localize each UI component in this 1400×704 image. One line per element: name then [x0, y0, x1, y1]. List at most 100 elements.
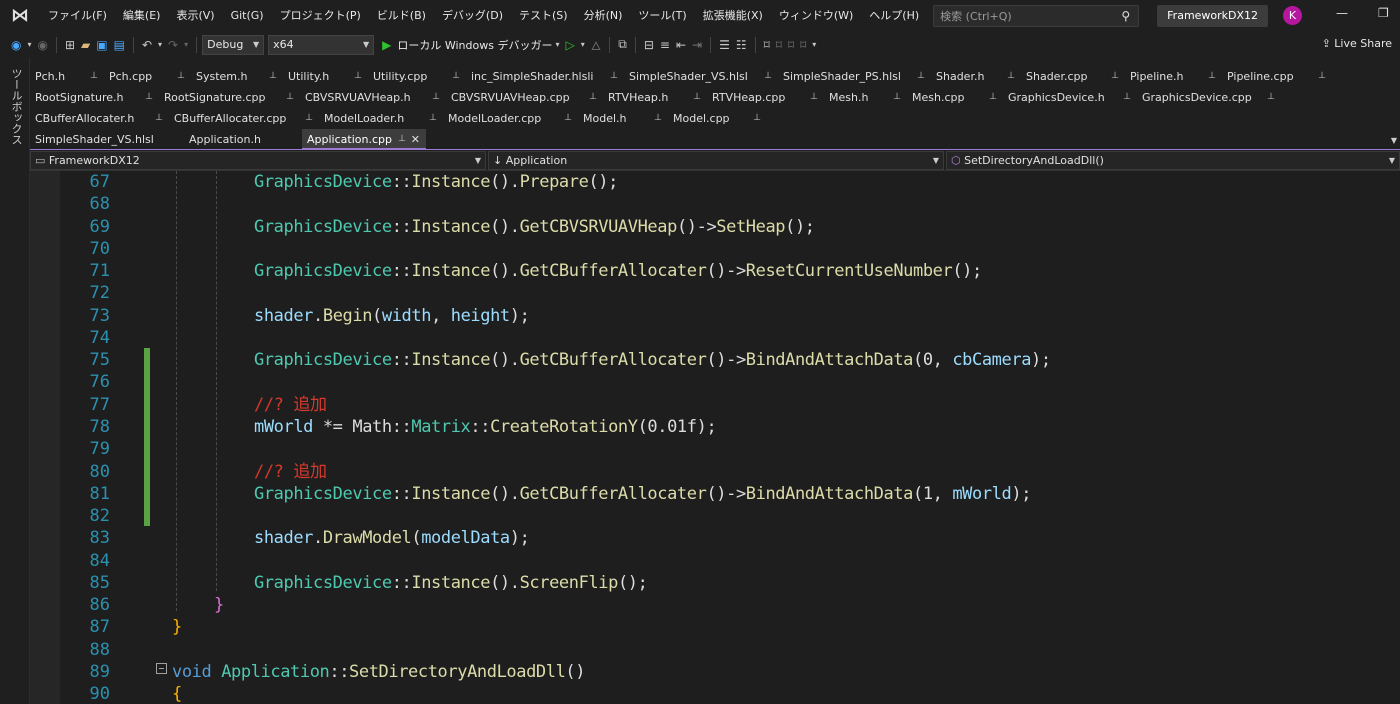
code-line[interactable]: 75 GraphicsDevice::Instance().GetCBufferA… [30, 349, 1400, 371]
clear-bookmarks-icon[interactable]: ⌑ [800, 38, 806, 52]
menu-item[interactable]: ツール(T) [630, 0, 694, 31]
code-line[interactable]: 82 [30, 505, 1400, 527]
pin-icon[interactable]: ⊥ [917, 66, 925, 87]
document-tab[interactable]: Model.h ⊥ [578, 108, 668, 129]
document-tab[interactable]: Application.h [184, 129, 298, 150]
solution-name-badge[interactable]: FrameworkDX12 [1157, 4, 1269, 27]
pin-icon[interactable]: ⊥ [452, 66, 460, 87]
pin-icon[interactable]: ⊥ [589, 87, 597, 108]
new-item-icon[interactable]: ⊞ [65, 38, 75, 52]
code-line[interactable]: 77 //? 追加 [30, 394, 1400, 416]
menu-item[interactable]: 拡張機能(X) [695, 0, 771, 31]
document-tab[interactable]: inc_SimpleShader.hlsli ⊥ [466, 66, 624, 87]
code-line[interactable]: 71 GraphicsDevice::Instance().GetCBufferA… [30, 260, 1400, 282]
pin-icon[interactable]: ⊥ [155, 108, 163, 129]
pin-icon[interactable]: ⊥ [810, 87, 818, 108]
document-tab[interactable]: GraphicsDevice.h ⊥ [1003, 87, 1137, 108]
document-tab[interactable]: ModelLoader.cpp ⊥ [443, 108, 578, 129]
document-tab[interactable]: Pch.cpp ⊥ [104, 66, 191, 87]
menu-item[interactable]: 分析(N) [576, 0, 631, 31]
pin-icon[interactable]: ⊥ [764, 66, 772, 87]
document-tab[interactable]: Utility.h ⊥ [283, 66, 368, 87]
open-folder-icon[interactable]: ▰ [81, 38, 90, 52]
tab-active-application-cpp[interactable]: Application.cpp ⊥ ✕ [302, 129, 426, 150]
format-icon[interactable]: ≡ [660, 38, 670, 52]
document-tab[interactable]: RTVHeap.h ⊥ [603, 87, 707, 108]
comment-out-icon[interactable]: ☰ [719, 38, 730, 52]
menu-item[interactable]: ファイル(F) [40, 0, 115, 31]
code-line[interactable]: 83 shader.DrawModel(modelData); [30, 527, 1400, 549]
pin-icon[interactable]: ⊥ [753, 108, 761, 129]
save-all-icon[interactable]: ▤ [114, 38, 125, 52]
document-tab[interactable]: SimpleShader_PS.hlsl ⊥ [778, 66, 931, 87]
code-line[interactable]: 68 [30, 193, 1400, 215]
pin-icon[interactable]: ⊥ [398, 129, 406, 150]
document-tab[interactable]: Pipeline.h ⊥ [1125, 66, 1222, 87]
document-tab[interactable]: Pipeline.cpp ⊥ [1222, 66, 1332, 87]
dropdown-arrow-icon[interactable]: ▾ [158, 40, 162, 49]
pin-icon[interactable]: ⊥ [269, 66, 277, 87]
code-line[interactable]: 87} [30, 616, 1400, 638]
dropdown-arrow-icon[interactable]: ▾ [27, 40, 31, 49]
forward-icon[interactable]: ◉ [38, 38, 48, 52]
code-line[interactable]: 80 //? 追加 [30, 461, 1400, 483]
menu-item[interactable]: ヘルプ(H) [861, 0, 927, 31]
pin-icon[interactable]: ⊥ [429, 108, 437, 129]
pin-icon[interactable]: ⊥ [145, 87, 153, 108]
document-tab[interactable]: Mesh.cpp ⊥ [907, 87, 1003, 108]
menu-item[interactable]: テスト(S) [511, 0, 576, 31]
code-line[interactable]: 78 mWorld *= Math::Matrix::CreateRotation… [30, 416, 1400, 438]
next-bookmark-icon[interactable]: ⌑ [788, 38, 794, 52]
code-editor[interactable]: 67 GraphicsDevice::Instance().Prepare(); 6… [30, 171, 1400, 704]
pin-icon[interactable]: ⊥ [654, 108, 662, 129]
pin-icon[interactable]: ⊥ [177, 66, 185, 87]
prev-bookmark-icon[interactable]: ⌑ [776, 38, 782, 52]
code-line[interactable]: 76 [30, 371, 1400, 393]
code-line[interactable]: 90 { [30, 683, 1400, 704]
menu-item[interactable]: デバッグ(D) [434, 0, 511, 31]
document-tab[interactable]: Utility.cpp ⊥ [368, 66, 466, 87]
menu-item[interactable]: 表示(V) [168, 0, 222, 31]
start-debugging-icon[interactable]: ▶ [382, 38, 391, 52]
code-line[interactable]: 84 [30, 550, 1400, 572]
user-avatar[interactable]: K [1283, 6, 1302, 25]
code-line[interactable]: 72 [30, 282, 1400, 304]
restore-icon[interactable]: ❐ [1378, 6, 1389, 20]
document-tab[interactable]: CBVSRVUAVHeap.cpp ⊥ [446, 87, 603, 108]
code-line[interactable]: 89 void Application::SetDirectoryAndLoadD… [30, 661, 1400, 683]
start-without-debugging-icon[interactable]: ▷ [565, 38, 574, 52]
code-line[interactable]: 85 GraphicsDevice::Instance().ScreenFlip(… [30, 572, 1400, 594]
pin-icon[interactable]: ⊥ [90, 66, 98, 87]
pin-icon[interactable]: ⊥ [610, 66, 618, 87]
toolbox-strip[interactable]: ツールボックス [0, 58, 30, 704]
menu-item[interactable]: ビルド(B) [369, 0, 434, 31]
document-tab[interactable]: RootSignature.cpp ⊥ [159, 87, 300, 108]
pin-icon[interactable]: ⊥ [286, 87, 294, 108]
pin-icon[interactable]: ⊥ [693, 87, 701, 108]
document-tab[interactable]: Pch.h ⊥ [30, 66, 104, 87]
indent-icon[interactable]: ⇤ [676, 38, 686, 52]
document-tab[interactable]: Mesh.h ⊥ [824, 87, 907, 108]
start-debugging-button[interactable]: ローカル Windows デバッガー [397, 37, 552, 53]
dropdown-arrow-icon[interactable]: ▾ [184, 40, 188, 49]
pin-icon[interactable]: ⊥ [1208, 66, 1216, 87]
minimize-icon[interactable]: — [1336, 6, 1348, 20]
document-tab[interactable]: Shader.h ⊥ [931, 66, 1021, 87]
code-line[interactable]: 86} [30, 594, 1400, 616]
dropdown-arrow-icon[interactable]: ▾ [581, 40, 585, 49]
code-line[interactable]: 67 GraphicsDevice::Instance().Prepare(); [30, 171, 1400, 193]
code-line[interactable]: 88 [30, 639, 1400, 661]
document-tab[interactable]: RTVHeap.cpp ⊥ [707, 87, 824, 108]
menu-item[interactable]: プロジェクト(P) [272, 0, 369, 31]
browse-icon[interactable]: ⧉ [618, 37, 627, 52]
document-tab[interactable]: CBufferAllocater.cpp ⊥ [169, 108, 319, 129]
save-icon[interactable]: ▣ [96, 38, 107, 52]
hot-reload-icon[interactable]: 🜂 [591, 32, 602, 57]
document-tab[interactable]: RootSignature.h ⊥ [30, 87, 159, 108]
pin-icon[interactable]: ⊥ [1007, 66, 1015, 87]
dropdown-arrow-icon[interactable]: ▾ [555, 40, 559, 49]
outdent-icon[interactable]: ⇥ [692, 38, 702, 52]
platform-select[interactable]: x64 ▼ [268, 34, 375, 55]
pin-icon[interactable]: ⊥ [1267, 87, 1275, 108]
menu-item[interactable]: Git(G) [223, 0, 272, 31]
